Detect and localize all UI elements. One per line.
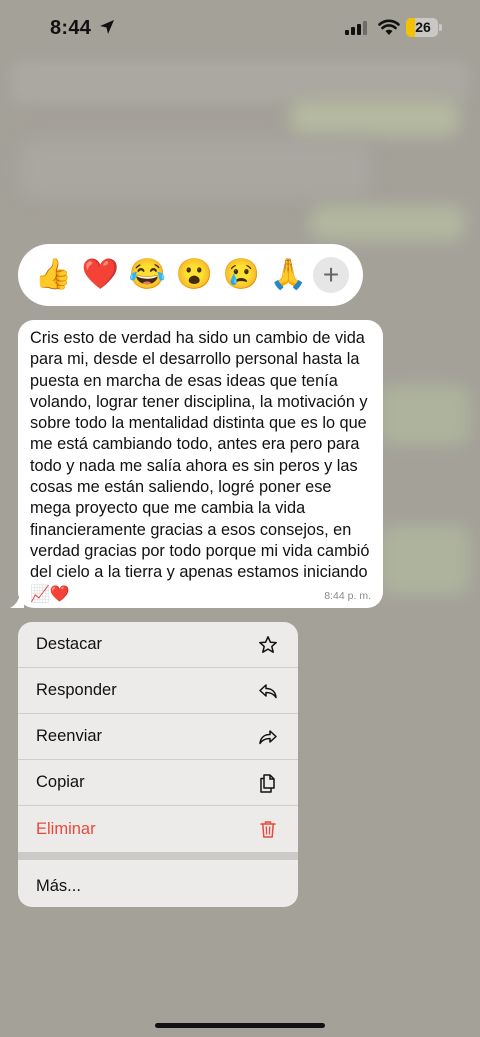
reaction-praying[interactable]: 🙏 bbox=[265, 244, 312, 306]
reaction-surprised[interactable]: 😮 bbox=[171, 244, 218, 306]
menu-item-label: Destacar bbox=[36, 635, 103, 653]
wifi-icon bbox=[378, 19, 400, 35]
menu-item-label: Eliminar bbox=[36, 819, 96, 838]
reply-icon bbox=[259, 684, 277, 699]
status-bar: 8:44 26 bbox=[0, 0, 480, 56]
home-indicator[interactable] bbox=[155, 1023, 325, 1028]
message-bubble[interactable]: Cris esto de verdad ha sido un cambio de… bbox=[10, 320, 383, 608]
trash-icon bbox=[260, 821, 276, 838]
cellular-signal-icon bbox=[345, 21, 367, 35]
menu-item-reply[interactable]: Responder bbox=[18, 668, 298, 714]
location-arrow-icon bbox=[100, 20, 114, 34]
message-text: Cris esto de verdad ha sido un cambio de… bbox=[30, 328, 371, 605]
menu-item-more[interactable]: Más... bbox=[18, 860, 298, 907]
menu-item-label: Más... bbox=[36, 876, 81, 895]
copy-icon bbox=[260, 774, 275, 793]
blurred-outgoing-message bbox=[380, 525, 470, 595]
reaction-heart[interactable]: ❤️ bbox=[77, 244, 124, 306]
message-timestamp: 8:44 p. m. bbox=[324, 590, 371, 602]
add-reaction-button[interactable]: + bbox=[313, 257, 349, 293]
reaction-thumbs-up[interactable]: 👍 bbox=[30, 244, 77, 306]
message-trailing-emojis: 📈❤️ bbox=[30, 585, 70, 603]
blurred-outgoing-message bbox=[310, 205, 465, 241]
status-time: 8:44 bbox=[50, 17, 92, 39]
battery-nub bbox=[439, 24, 442, 31]
reaction-picker: 👍 ❤️ 😂 😮 😢 🙏 + bbox=[18, 244, 363, 306]
blurred-outgoing-message bbox=[290, 100, 460, 136]
blurred-incoming-message bbox=[20, 140, 370, 198]
blurred-chat-header bbox=[10, 60, 470, 104]
battery-indicator: 26 bbox=[406, 18, 442, 37]
message-body: Cris esto de verdad ha sido un cambio de… bbox=[30, 329, 370, 582]
reaction-laughing[interactable]: 😂 bbox=[124, 244, 171, 306]
star-icon bbox=[259, 636, 277, 653]
message-context-menu: Destacar Responder Reenviar Copiar Elimi… bbox=[18, 622, 298, 907]
battery-percentage: 26 bbox=[415, 19, 431, 35]
menu-item-label: Responder bbox=[36, 681, 117, 699]
menu-item-label: Copiar bbox=[36, 773, 85, 791]
menu-item-copy[interactable]: Copiar bbox=[18, 760, 298, 806]
blurred-outgoing-message bbox=[380, 385, 470, 445]
menu-item-delete[interactable]: Eliminar bbox=[18, 806, 298, 852]
menu-item-label: Reenviar bbox=[36, 727, 103, 745]
reaction-crying[interactable]: 😢 bbox=[218, 244, 265, 306]
forward-icon bbox=[259, 730, 277, 745]
bubble-tail bbox=[10, 594, 24, 608]
menu-item-forward[interactable]: Reenviar bbox=[18, 714, 298, 760]
menu-item-star[interactable]: Destacar bbox=[18, 622, 298, 668]
menu-separator bbox=[18, 852, 298, 860]
